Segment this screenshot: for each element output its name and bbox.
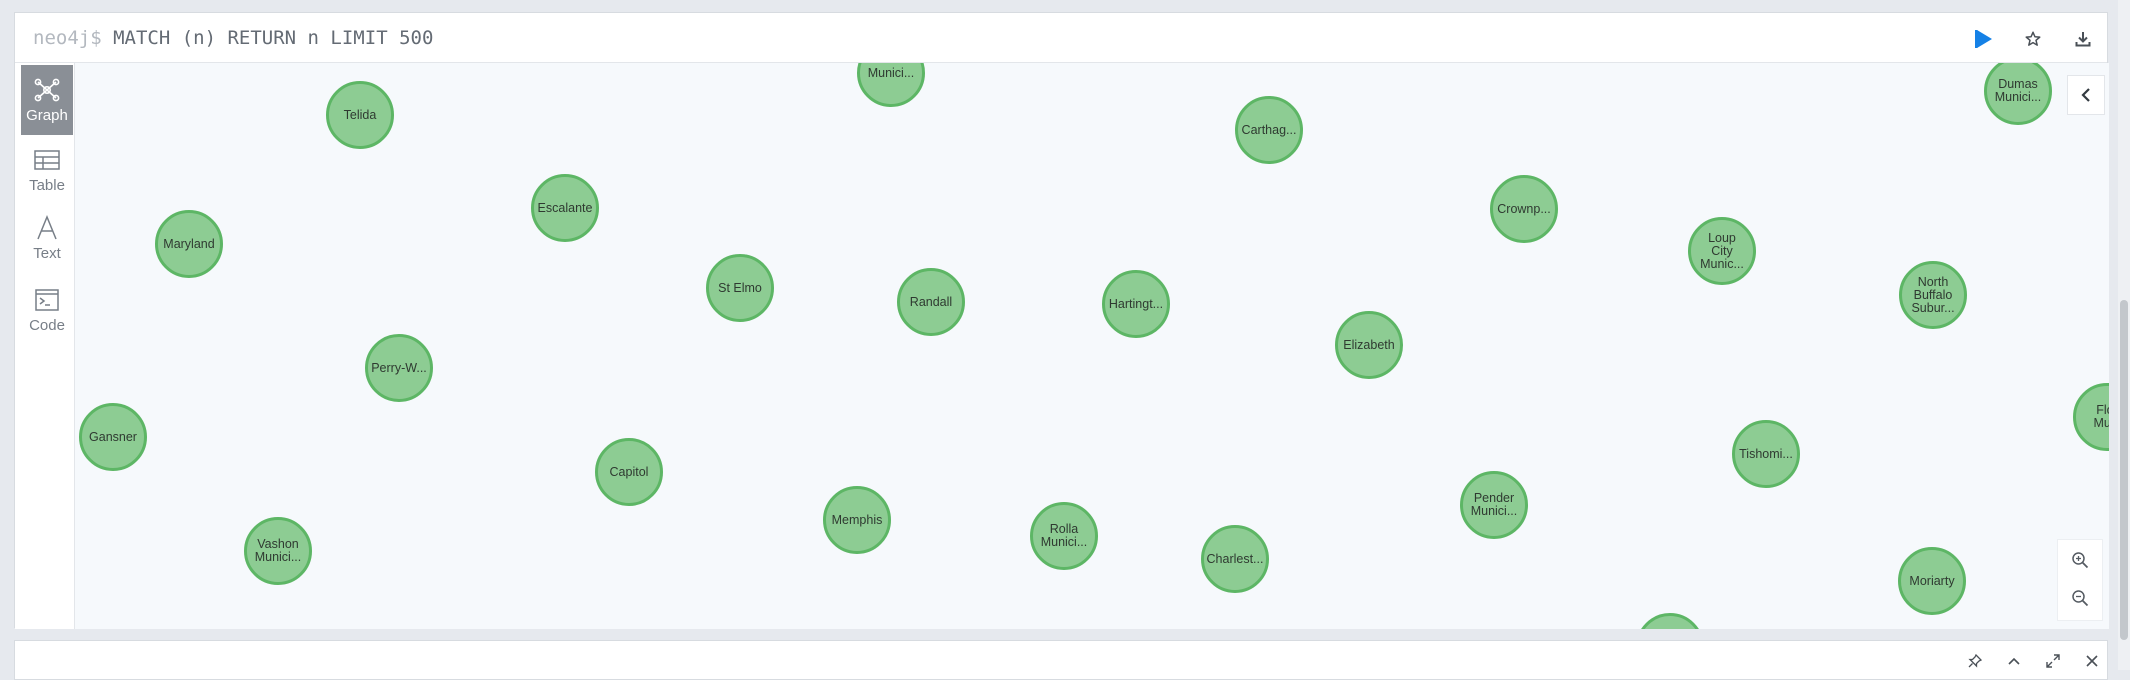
zoom-in-icon [2072, 552, 2089, 569]
graph-node[interactable]: Tishomi... [1732, 420, 1800, 488]
star-icon [2025, 31, 2041, 46]
pin-icon [1968, 654, 1982, 668]
favorite-button[interactable] [2019, 25, 2047, 53]
graph-node[interactable]: Vashon Munici... [244, 517, 312, 585]
graph-node[interactable] [1636, 613, 1704, 629]
view-table-button[interactable]: Table [21, 135, 73, 205]
download-button[interactable] [2069, 25, 2097, 53]
graph-node[interactable]: St Elmo [706, 254, 774, 322]
graph-node[interactable]: Dumas Munici... [1984, 63, 2052, 125]
pin-frame-button[interactable] [1963, 649, 1987, 673]
graph-node[interactable]: Elizabeth [1335, 311, 1403, 379]
graph-node[interactable]: Carthag... [1235, 96, 1303, 164]
graph-node[interactable]: Rolla Munici... [1030, 502, 1098, 570]
graph-node[interactable]: Telida [326, 81, 394, 149]
graph-node[interactable]: Capitol [595, 438, 663, 506]
view-sidebar: Graph Table Text Code [15, 63, 75, 629]
download-icon [2075, 32, 2091, 47]
graph-icon [34, 77, 60, 103]
graph-node[interactable]: Crownp... [1490, 175, 1558, 243]
play-icon [1975, 30, 1992, 48]
next-result-frame [14, 640, 2108, 680]
graph-node[interactable]: Charlest... [1201, 525, 1269, 593]
expand-icon [2046, 654, 2060, 668]
collapse-frame-button[interactable] [2002, 649, 2026, 673]
zoom-in-button[interactable] [2068, 548, 2092, 572]
graph-node[interactable]: Moriarty [1898, 547, 1966, 615]
graph-node[interactable]: Pender Munici... [1460, 471, 1528, 539]
chevron-left-icon [2081, 88, 2090, 102]
graph-node[interactable]: Randall [897, 268, 965, 336]
view-text-label: Text [33, 244, 61, 262]
graph-node[interactable]: Memphis [823, 486, 891, 554]
view-graph-label: Graph [26, 106, 68, 124]
text-icon [36, 214, 58, 241]
zoom-out-button[interactable] [2068, 586, 2092, 610]
close-icon [2086, 655, 2098, 667]
graph-node[interactable]: North Buffalo Subur... [1899, 261, 1967, 329]
collapse-panel-button[interactable] [2067, 75, 2105, 115]
chevron-up-icon [2008, 657, 2020, 665]
query-bar: neo4j$ MATCH (n) RETURN n LIMIT 500 [15, 13, 2107, 63]
graph-node[interactable]: Escalante [531, 174, 599, 242]
view-table-label: Table [29, 176, 65, 194]
zoom-controls [2057, 539, 2103, 621]
table-icon [34, 147, 60, 173]
graph-node[interactable]: Maryland [155, 210, 223, 278]
view-text-button[interactable]: Text [21, 203, 73, 273]
graph-canvas[interactable]: Telida Munici... Carthag... Dumas Munici… [75, 63, 2109, 629]
graph-node[interactable]: Munici... [857, 63, 925, 107]
result-frame: neo4j$ MATCH (n) RETURN n LIMIT 500 Grap… [14, 12, 2109, 629]
run-button[interactable] [1970, 25, 1998, 53]
graph-node[interactable]: Loup City Munic... [1688, 217, 1756, 285]
view-code-label: Code [29, 316, 65, 334]
query-text: MATCH (n) RETURN n LIMIT 500 [113, 27, 434, 49]
graph-node[interactable]: Perry-W... [365, 334, 433, 402]
fullscreen-frame-button[interactable] [2041, 649, 2065, 673]
close-frame-button[interactable] [2080, 649, 2104, 673]
zoom-out-icon [2072, 590, 2089, 607]
graph-node[interactable]: Gansner [79, 403, 147, 471]
graph-node[interactable]: Flor Muni [2073, 383, 2109, 451]
query-editor[interactable]: neo4j$ MATCH (n) RETURN n LIMIT 500 [33, 24, 433, 52]
graph-node[interactable]: Hartingt... [1102, 270, 1170, 338]
view-code-button[interactable]: Code [21, 275, 73, 345]
scrollbar-thumb[interactable] [2120, 300, 2128, 640]
query-prompt: neo4j$ [33, 27, 102, 49]
code-icon [35, 287, 59, 313]
view-graph-button[interactable]: Graph [21, 65, 73, 135]
